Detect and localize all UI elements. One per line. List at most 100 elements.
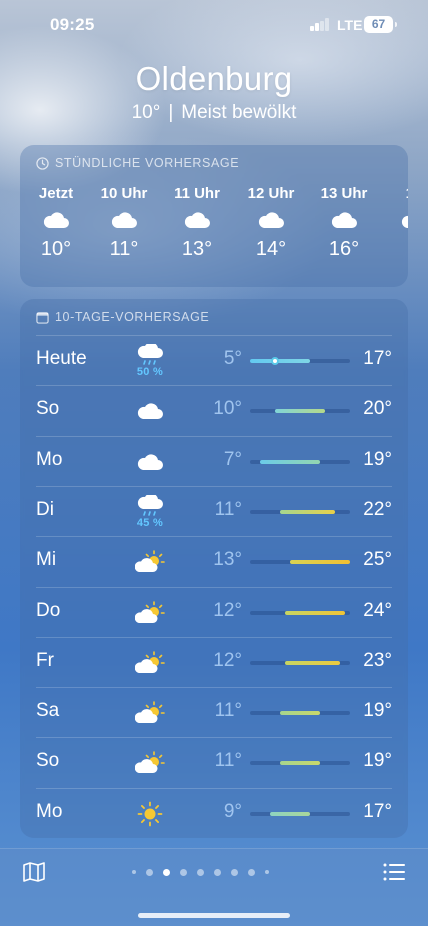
daily-row[interactable]: So 11° 19° [20, 738, 408, 788]
map-icon[interactable] [22, 861, 46, 883]
status-bar: 09:25 LTE 67 [0, 0, 428, 50]
temperature-range-fill [285, 610, 345, 615]
high-temperature: 20° [363, 398, 392, 420]
daily-row[interactable]: Mi 13° 25° [20, 537, 408, 587]
day-label: Heute [36, 348, 87, 369]
temperature-range-bar [250, 610, 350, 615]
daily-row[interactable]: Heute 50 % 5° 17° [20, 336, 408, 386]
day-label: Di [36, 498, 54, 520]
day-label: Do [36, 599, 61, 621]
sun-icon [132, 795, 168, 833]
hourly-forecast-title: STÜNDLICHE VORHERSAGE [36, 156, 239, 170]
day-label: Mi [36, 549, 57, 571]
hour-label: Jetzt [38, 185, 74, 202]
day-label: So [36, 398, 60, 420]
temperature-range-bar [250, 560, 350, 565]
cloud-icon [94, 202, 154, 238]
hour-temperature: 16° [328, 238, 360, 260]
cloud-icon [132, 392, 168, 430]
hourly-forecast-card[interactable]: STÜNDLICHE VORHERSAGE Jetzt 10° 10 Uhr 11° 1… [20, 145, 408, 287]
page-dot[interactable] [163, 868, 170, 876]
temperature-range-bar [250, 811, 350, 816]
day-label: Mo [36, 800, 63, 822]
daily-row[interactable]: Mo 7° 19° [20, 437, 408, 487]
cloud-icon [132, 443, 168, 481]
page-dot[interactable] [180, 868, 187, 876]
low-temperature: 5° [223, 348, 242, 369]
low-temperature: 12° [213, 649, 242, 671]
home-indicator[interactable] [138, 913, 290, 918]
bottom-toolbar [0, 848, 428, 926]
daily-row[interactable]: Sa 11° 19° [20, 688, 408, 738]
current-condition: Meist bewölkt [181, 102, 297, 123]
daily-forecast-card[interactable]: 10-TAGE-VORHERSAGE Heute 50 % 5° 17° So 10° 20… [20, 299, 408, 838]
day-label: So [36, 750, 60, 772]
daily-row[interactable]: Fr 12° 23° [20, 638, 408, 688]
hour-label: 12 Uhr [247, 185, 295, 202]
page-dot[interactable] [197, 868, 204, 876]
status-time: 09:25 [50, 15, 95, 34]
temperature-range-bar [250, 761, 350, 766]
temperature-range-fill [280, 711, 320, 716]
hourly-title-text: STÜNDLICHE VORHERSAGE [55, 156, 240, 170]
hourly-item: 14 [384, 185, 408, 238]
temperature-range-bar [250, 711, 350, 716]
current-temperature: 10° [131, 102, 161, 123]
temperature-range-bar [250, 459, 350, 464]
temperature-range-bar [250, 357, 350, 365]
hour-temperature: 13° [181, 238, 213, 260]
precipitation-chance: 50 % [136, 366, 164, 378]
current-temp-marker [271, 357, 279, 365]
low-temperature: 11° [214, 498, 242, 520]
daily-row[interactable]: Do 12° 24° [20, 588, 408, 638]
high-temperature: 19° [363, 750, 392, 772]
temperature-range-fill [275, 409, 325, 414]
temperature-range-fill [285, 660, 340, 665]
partly-sunny-icon [132, 644, 168, 682]
low-temperature: 11° [214, 700, 242, 722]
hour-temperature: 10° [40, 238, 72, 260]
daily-row[interactable]: So 10° 20° [20, 386, 408, 436]
page-dot[interactable] [132, 870, 136, 874]
page-dot[interactable] [231, 868, 238, 876]
page-dot[interactable] [248, 868, 255, 876]
high-temperature: 24° [363, 599, 392, 621]
hourly-item: 10 Uhr 11° [94, 185, 154, 261]
temperature-range-bar [250, 509, 350, 514]
rain-cloud-icon: 50 % [132, 342, 168, 380]
low-temperature: 10° [213, 398, 242, 420]
temperature-range-fill [280, 761, 320, 766]
partly-sunny-icon [132, 594, 168, 632]
hour-temperature: 11° [109, 238, 139, 260]
cloud-icon [384, 202, 408, 238]
list-icon[interactable] [382, 861, 406, 883]
partly-sunny-icon [132, 744, 168, 782]
temperature-range-fill [260, 459, 320, 464]
high-temperature: 22° [363, 498, 392, 520]
summary-separator: | [168, 102, 174, 123]
signal-icon [310, 18, 330, 31]
low-temperature: 12° [213, 599, 242, 621]
high-temperature: 19° [363, 700, 392, 722]
temperature-range-bar [250, 409, 350, 414]
daily-row[interactable]: Mo 9° 17° [20, 789, 408, 839]
cloud-icon [314, 202, 374, 238]
daily-row[interactable]: Di 45 % 11° 22° [20, 487, 408, 537]
page-dot[interactable] [146, 868, 153, 876]
high-temperature: 17° [363, 348, 392, 369]
temperature-range-fill [290, 560, 350, 565]
high-temperature: 23° [363, 649, 392, 671]
high-temperature: 17° [363, 800, 392, 822]
temperature-range-fill [280, 509, 335, 514]
partly-sunny-icon [132, 694, 168, 732]
day-label: Mo [36, 448, 63, 470]
day-label: Sa [36, 700, 60, 722]
temperature-range-bar [250, 660, 350, 665]
hourly-item: Jetzt 10° [26, 185, 86, 261]
precipitation-chance: 45 % [136, 516, 164, 529]
page-dot[interactable] [265, 870, 269, 874]
page-indicator[interactable] [132, 868, 269, 876]
page-dot[interactable] [214, 868, 221, 876]
hour-label: 10 Uhr [100, 185, 148, 202]
daily-title-text: 10-TAGE-VORHERSAGE [55, 310, 210, 324]
